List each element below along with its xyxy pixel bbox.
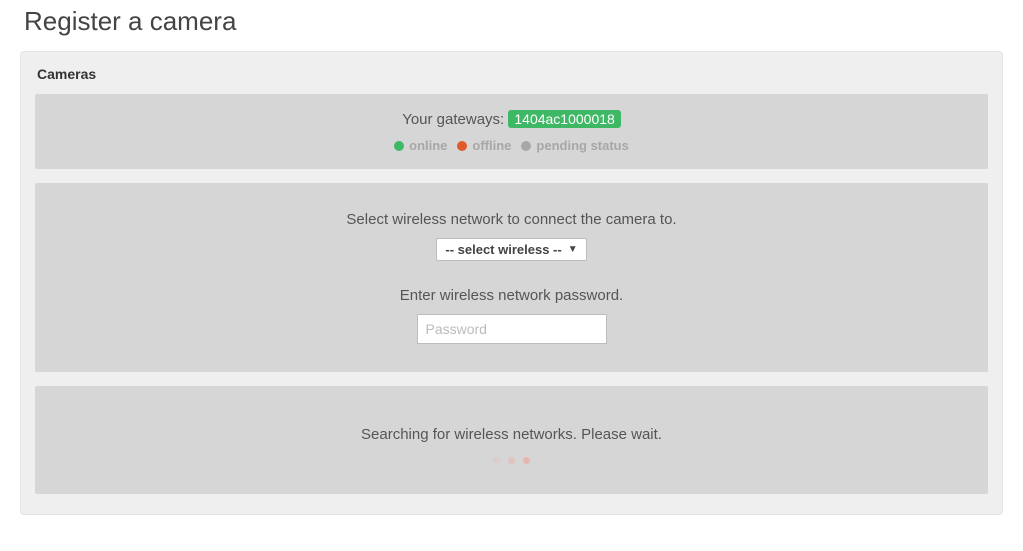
chevron-down-icon: ▼ bbox=[568, 244, 578, 255]
panel-title: Cameras bbox=[37, 66, 988, 82]
status-dot-pending-icon bbox=[521, 141, 531, 151]
gateway-id-badge: 1404ac1000018 bbox=[508, 110, 620, 128]
search-status-text: Searching for wireless networks. Please … bbox=[45, 426, 978, 443]
legend-online: online bbox=[394, 138, 447, 153]
wifi-select[interactable]: -- select wireless -- ▼ bbox=[436, 238, 586, 261]
loading-spinner-icon bbox=[45, 457, 978, 464]
gateway-label: Your gateways: bbox=[402, 111, 504, 128]
page-title: Register a camera bbox=[24, 6, 1003, 37]
wifi-password-input[interactable] bbox=[417, 314, 607, 344]
gateway-block: Your gateways: 1404ac1000018 online offl… bbox=[35, 94, 988, 169]
wifi-block: Select wireless network to connect the c… bbox=[35, 183, 988, 372]
gateway-legend: online offline pending status bbox=[45, 138, 978, 153]
legend-online-label: online bbox=[409, 138, 447, 153]
cameras-panel: Cameras Your gateways: 1404ac1000018 onl… bbox=[20, 51, 1003, 515]
legend-pending-label: pending status bbox=[536, 138, 628, 153]
wifi-select-prompt: Select wireless network to connect the c… bbox=[45, 211, 978, 228]
legend-offline: offline bbox=[457, 138, 511, 153]
status-dot-online-icon bbox=[394, 141, 404, 151]
gateway-line: Your gateways: 1404ac1000018 bbox=[45, 110, 978, 128]
legend-pending: pending status bbox=[521, 138, 628, 153]
wifi-password-prompt: Enter wireless network password. bbox=[45, 287, 978, 304]
wifi-select-value: -- select wireless -- bbox=[445, 242, 561, 257]
status-dot-offline-icon bbox=[457, 141, 467, 151]
search-status-block: Searching for wireless networks. Please … bbox=[35, 386, 988, 494]
legend-offline-label: offline bbox=[472, 138, 511, 153]
